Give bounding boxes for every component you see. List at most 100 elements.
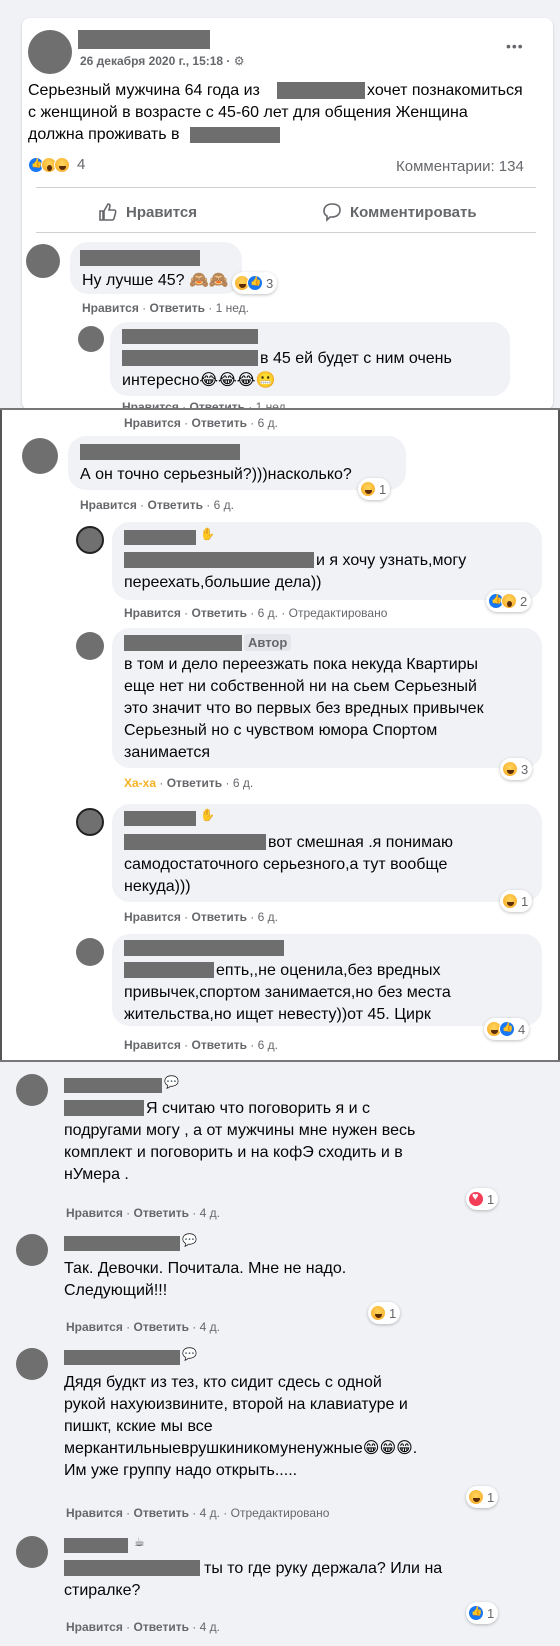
comment-text-line: меркантильныеврушкиникомуненужные😁😁😁. xyxy=(64,1440,418,1457)
comment-time[interactable]: 6 д. xyxy=(214,498,234,512)
commenter-avatar[interactable] xyxy=(78,326,104,352)
comment-reactions[interactable]: 1 xyxy=(368,1302,401,1324)
comment-like-link[interactable]: Нравится xyxy=(66,1620,123,1634)
comment-actions: Нравится · Ответить · 6 д. xyxy=(124,910,278,924)
commenter-avatar[interactable] xyxy=(76,632,104,660)
post-author-avatar[interactable] xyxy=(28,30,72,74)
comment-time[interactable]: 6 д. xyxy=(258,606,278,620)
comment-time[interactable]: 1 нед. xyxy=(216,301,249,315)
comment-reply-link[interactable]: Ответить xyxy=(150,301,205,315)
comment-button-label: Комментировать xyxy=(350,203,477,221)
comment-like-link[interactable]: Нравится xyxy=(66,1320,123,1334)
commenter-avatar[interactable] xyxy=(76,938,104,966)
like-reaction-icon xyxy=(247,275,263,291)
comment-actions: Нравится · Ответить · 4 д. xyxy=(66,1620,220,1634)
comment-text-redaction xyxy=(124,962,214,978)
comment-text-line: в том и дело переезжать пока некуда Квар… xyxy=(124,656,479,673)
comment-text-line: привычек,спортом занимается,но без места xyxy=(124,984,451,1001)
comment-like-link[interactable]: Нравится xyxy=(80,498,137,512)
comment-reactions[interactable]: 2 xyxy=(486,590,532,612)
comment-reactions[interactable]: 4 xyxy=(484,1018,530,1040)
comment-button[interactable]: Комментировать xyxy=(322,202,477,222)
comment-text-line: Так. Девочки. Почитала. Мне не надо. xyxy=(64,1260,347,1277)
comment-text-line: Им уже группу надо открыть..... xyxy=(64,1462,298,1479)
commenter-name-redacted xyxy=(64,1078,162,1093)
comment-like-link[interactable]: Нравится xyxy=(124,910,181,924)
comment-text-line: вот смешная .я понимаю xyxy=(268,834,454,851)
post-text-2: с женщиной в возрасте с 45-60 лет для об… xyxy=(28,104,468,121)
reaction-count: 1 xyxy=(487,1191,495,1207)
comment-like-link[interactable]: Нравится xyxy=(124,416,181,430)
comment-reply-link[interactable]: Ответить xyxy=(134,1320,189,1334)
commenter-avatar[interactable] xyxy=(16,1348,48,1380)
haha-reaction-icon xyxy=(468,1489,484,1505)
post-timestamp[interactable]: 26 декабря 2020 г., 15:18 · ⚙ xyxy=(80,54,245,68)
reaction-count: 3 xyxy=(521,761,529,777)
comment-reactions[interactable]: 1 xyxy=(466,1486,499,1508)
commenter-avatar[interactable] xyxy=(22,438,58,474)
comment-reply-link[interactable]: Ответить xyxy=(167,776,222,790)
comment-like-link[interactable]: Нравится xyxy=(66,1506,123,1520)
author-badge: Автор xyxy=(244,634,292,651)
comment-haha-link[interactable]: Ха-ха xyxy=(124,776,156,790)
commenter-name-redacted xyxy=(64,1236,180,1251)
comment-reply-link[interactable]: Ответить xyxy=(192,910,247,924)
comment-time[interactable]: 6 д. xyxy=(258,1038,278,1052)
commenter-avatar[interactable] xyxy=(16,1536,48,1568)
comment-time[interactable]: 4 д. xyxy=(200,1206,220,1220)
commenter-avatar[interactable] xyxy=(16,1074,48,1106)
commenter-avatar[interactable] xyxy=(16,1234,48,1266)
message-icon: 💬 xyxy=(164,1075,179,1089)
comment-reactions[interactable]: 1 xyxy=(358,478,391,500)
comment-reply-link[interactable]: Ответить xyxy=(192,606,247,620)
post-text-1b: хочет познакомиться xyxy=(367,82,523,99)
comments-count[interactable]: Комментарии: 134 xyxy=(396,158,524,175)
comment-like-link[interactable]: Нравится xyxy=(66,1206,123,1220)
comment-reactions[interactable]: 1 xyxy=(466,1188,499,1210)
comment-reply-link[interactable]: Ответить xyxy=(148,498,203,512)
screenshot-1: 26 декабря 2020 г., 15:18 · ⚙ ••• Серьез… xyxy=(0,0,560,410)
comment-reply-link[interactable]: Ответить xyxy=(134,1620,189,1634)
comment-text-line: переехать,большие дела)) xyxy=(124,574,322,591)
comment-time[interactable]: 4 д. xyxy=(200,1506,220,1520)
comment-time[interactable]: 6 д. xyxy=(233,776,253,790)
like-reaction-icon xyxy=(499,1021,515,1037)
post-author-name-redacted xyxy=(78,30,210,49)
comment-text-line: епть,,не оценила,без вредных xyxy=(216,962,441,979)
comment-reactions[interactable]: 3 xyxy=(232,272,278,294)
comment-time[interactable]: 4 д. xyxy=(200,1620,220,1634)
thumbs-up-icon xyxy=(99,203,117,221)
commenter-avatar[interactable] xyxy=(76,808,104,836)
comment-text: Ну лучше 45? 🙈🙈 xyxy=(82,272,229,289)
edited-label[interactable]: Отредактировано xyxy=(231,1506,330,1520)
comment-reply-link[interactable]: Ответить xyxy=(134,1506,189,1520)
comment-reply-link[interactable]: Ответить xyxy=(192,1038,247,1052)
commenter-avatar[interactable] xyxy=(76,526,104,554)
commenter-avatar[interactable] xyxy=(26,244,60,278)
post-menu-icon[interactable]: ••• xyxy=(506,38,524,54)
haha-reaction-icon xyxy=(502,893,518,909)
reaction-count: 1 xyxy=(521,893,529,909)
comment-text-line: жительства,но ищет невесту))от 45. Цирк xyxy=(124,1006,431,1023)
comment-reply-link[interactable]: Ответить xyxy=(134,1206,189,1220)
edited-label[interactable]: Отредактировано xyxy=(289,606,388,620)
comment-time[interactable]: 6 д. xyxy=(258,416,278,430)
comment-like-link[interactable]: Нравится xyxy=(124,1038,181,1052)
reaction-count: 1 xyxy=(389,1305,397,1321)
commenter-name-redacted xyxy=(122,329,258,344)
comment-like-link[interactable]: Нравится xyxy=(82,301,139,315)
comment-time[interactable]: 6 д. xyxy=(258,910,278,924)
comment-text-line: Серьезный но с чувством юмора Спортом xyxy=(124,722,438,739)
comment-text-redaction xyxy=(124,552,314,568)
commenter-name-redacted xyxy=(64,1350,180,1365)
comment-reactions[interactable]: 3 xyxy=(500,758,533,780)
comment-time[interactable]: 4 д. xyxy=(200,1320,220,1334)
comment-reply-link[interactable]: Ответить xyxy=(192,416,247,430)
like-button[interactable]: Нравится xyxy=(98,202,197,222)
comment-like-link[interactable]: Нравится xyxy=(124,606,181,620)
comment-reactions[interactable]: 1 xyxy=(500,890,533,912)
like-reaction-icon xyxy=(468,1605,484,1621)
post-reactions[interactable]: 4 xyxy=(28,156,85,173)
comment-text-line: некуда))) xyxy=(124,878,191,895)
comment-reactions[interactable]: 1 xyxy=(466,1602,499,1624)
